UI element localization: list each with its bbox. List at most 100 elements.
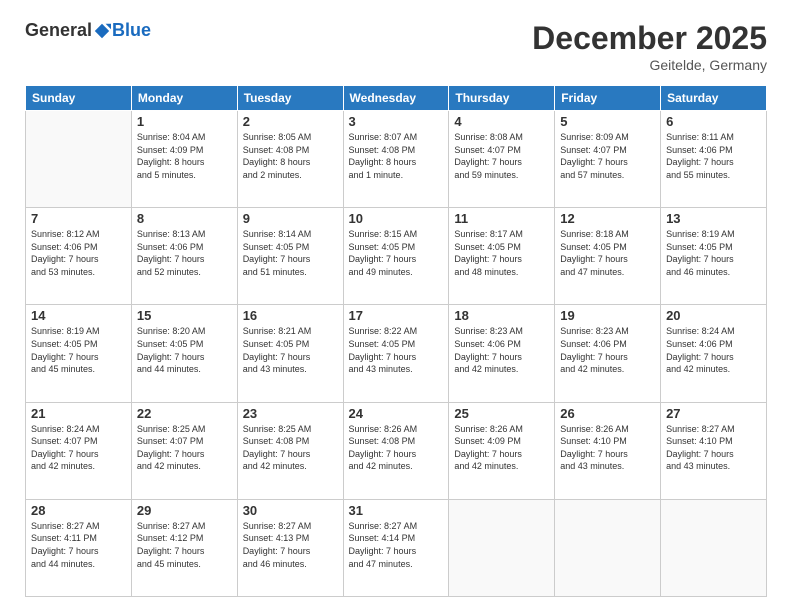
calendar-cell: 2Sunrise: 8:05 AM Sunset: 4:08 PM Daylig… xyxy=(237,111,343,208)
calendar-cell: 19Sunrise: 8:23 AM Sunset: 4:06 PM Dayli… xyxy=(555,305,661,402)
calendar-cell: 20 Sunrise: 8:24 AM Sunset: 4:06 PM Dayli… xyxy=(661,305,767,402)
day-info: Sunrise: 8:08 AM Sunset: 4:07 PM Dayligh… xyxy=(454,131,549,181)
day-info: Sunrise: 8:14 AM Sunset: 4:05 PM Dayligh… xyxy=(243,228,338,278)
logo-blue-text: Blue xyxy=(112,20,151,41)
day-number: 20 xyxy=(666,308,761,323)
day-info: Sunrise: 8:23 AM Sunset: 4:06 PM Dayligh… xyxy=(560,325,655,375)
calendar-cell: 12Sunrise: 8:18 AM Sunset: 4:05 PM Dayli… xyxy=(555,208,661,305)
day-info: Sunrise: 8:27 AM Sunset: 4:13 PM Dayligh… xyxy=(243,520,338,570)
day-number: 29 xyxy=(137,503,232,518)
calendar-cell xyxy=(449,499,555,596)
day-number: 8 xyxy=(137,211,232,226)
calendar-cell: 1 Sunrise: 8:04 AM Sunset: 4:09 PM Daylig… xyxy=(131,111,237,208)
day-number: 27 xyxy=(666,406,761,421)
day-info: Sunrise: 8:07 AM Sunset: 4:08 PM Dayligh… xyxy=(349,131,444,181)
calendar-cell: 13Sunrise: 8:19 AM Sunset: 4:05 PM Dayli… xyxy=(661,208,767,305)
calendar-cell: 8 Sunrise: 8:13 AM Sunset: 4:06 PM Daylig… xyxy=(131,208,237,305)
weekday-header: Saturday xyxy=(661,86,767,111)
day-info: Sunrise: 8:24 AM Sunset: 4:06 PM Dayligh… xyxy=(666,325,761,375)
day-info: Sunrise: 8:25 AM Sunset: 4:07 PM Dayligh… xyxy=(137,423,232,473)
logo-icon xyxy=(93,22,111,40)
day-number: 16 xyxy=(243,308,338,323)
day-number: 17 xyxy=(349,308,444,323)
calendar-cell: 28Sunrise: 8:27 AM Sunset: 4:11 PM Dayli… xyxy=(26,499,132,596)
day-info: Sunrise: 8:09 AM Sunset: 4:07 PM Dayligh… xyxy=(560,131,655,181)
day-info: Sunrise: 8:12 AM Sunset: 4:06 PM Dayligh… xyxy=(31,228,126,278)
calendar-week-row: 14Sunrise: 8:19 AM Sunset: 4:05 PM Dayli… xyxy=(26,305,767,402)
calendar-header-row: SundayMondayTuesdayWednesdayThursdayFrid… xyxy=(26,86,767,111)
day-number: 18 xyxy=(454,308,549,323)
day-number: 2 xyxy=(243,114,338,129)
calendar-cell: 17 Sunrise: 8:22 AM Sunset: 4:05 PM Dayli… xyxy=(343,305,449,402)
day-info: Sunrise: 8:13 AM Sunset: 4:06 PM Dayligh… xyxy=(137,228,232,278)
day-number: 7 xyxy=(31,211,126,226)
calendar-cell: 21 Sunrise: 8:24 AM Sunset: 4:07 PM Dayli… xyxy=(26,402,132,499)
day-info: Sunrise: 8:22 AM Sunset: 4:05 PM Dayligh… xyxy=(349,325,444,375)
day-number: 26 xyxy=(560,406,655,421)
calendar-cell: 22 Sunrise: 8:25 AM Sunset: 4:07 PM Dayli… xyxy=(131,402,237,499)
day-info: Sunrise: 8:24 AM Sunset: 4:07 PM Dayligh… xyxy=(31,423,126,473)
calendar-cell: 14Sunrise: 8:19 AM Sunset: 4:05 PM Dayli… xyxy=(26,305,132,402)
calendar-week-row: 28Sunrise: 8:27 AM Sunset: 4:11 PM Dayli… xyxy=(26,499,767,596)
calendar-cell xyxy=(661,499,767,596)
calendar: SundayMondayTuesdayWednesdayThursdayFrid… xyxy=(25,85,767,597)
calendar-cell: 26 Sunrise: 8:26 AM Sunset: 4:10 PM Dayli… xyxy=(555,402,661,499)
day-number: 5 xyxy=(560,114,655,129)
day-number: 12 xyxy=(560,211,655,226)
calendar-cell: 23Sunrise: 8:25 AM Sunset: 4:08 PM Dayli… xyxy=(237,402,343,499)
calendar-cell: 15Sunrise: 8:20 AM Sunset: 4:05 PM Dayli… xyxy=(131,305,237,402)
day-number: 10 xyxy=(349,211,444,226)
logo: General Blue xyxy=(25,20,151,41)
calendar-week-row: 7 Sunrise: 8:12 AM Sunset: 4:06 PM Daylig… xyxy=(26,208,767,305)
day-info: Sunrise: 8:27 AM Sunset: 4:12 PM Dayligh… xyxy=(137,520,232,570)
page: General Blue December 2025 Geitelde, Ger… xyxy=(0,0,792,612)
day-info: Sunrise: 8:15 AM Sunset: 4:05 PM Dayligh… xyxy=(349,228,444,278)
calendar-cell: 25 Sunrise: 8:26 AM Sunset: 4:09 PM Dayli… xyxy=(449,402,555,499)
title-block: December 2025 Geitelde, Germany xyxy=(532,20,767,73)
calendar-cell: 9 Sunrise: 8:14 AM Sunset: 4:05 PM Daylig… xyxy=(237,208,343,305)
month-title: December 2025 xyxy=(532,20,767,57)
weekday-header: Sunday xyxy=(26,86,132,111)
day-info: Sunrise: 8:26 AM Sunset: 4:08 PM Dayligh… xyxy=(349,423,444,473)
location-subtitle: Geitelde, Germany xyxy=(532,57,767,73)
calendar-cell: 10 Sunrise: 8:15 AM Sunset: 4:05 PM Dayli… xyxy=(343,208,449,305)
day-number: 25 xyxy=(454,406,549,421)
day-number: 9 xyxy=(243,211,338,226)
day-info: Sunrise: 8:04 AM Sunset: 4:09 PM Dayligh… xyxy=(137,131,232,181)
calendar-cell: 3 Sunrise: 8:07 AM Sunset: 4:08 PM Daylig… xyxy=(343,111,449,208)
day-info: Sunrise: 8:25 AM Sunset: 4:08 PM Dayligh… xyxy=(243,423,338,473)
calendar-cell: 27Sunrise: 8:27 AM Sunset: 4:10 PM Dayli… xyxy=(661,402,767,499)
day-info: Sunrise: 8:27 AM Sunset: 4:14 PM Dayligh… xyxy=(349,520,444,570)
weekday-header: Thursday xyxy=(449,86,555,111)
day-info: Sunrise: 8:17 AM Sunset: 4:05 PM Dayligh… xyxy=(454,228,549,278)
day-number: 21 xyxy=(31,406,126,421)
weekday-header: Tuesday xyxy=(237,86,343,111)
calendar-cell: 30 Sunrise: 8:27 AM Sunset: 4:13 PM Dayli… xyxy=(237,499,343,596)
day-info: Sunrise: 8:26 AM Sunset: 4:09 PM Dayligh… xyxy=(454,423,549,473)
weekday-header: Wednesday xyxy=(343,86,449,111)
day-number: 11 xyxy=(454,211,549,226)
calendar-cell xyxy=(555,499,661,596)
day-number: 3 xyxy=(349,114,444,129)
day-info: Sunrise: 8:20 AM Sunset: 4:05 PM Dayligh… xyxy=(137,325,232,375)
calendar-cell: 7 Sunrise: 8:12 AM Sunset: 4:06 PM Daylig… xyxy=(26,208,132,305)
calendar-cell: 5 Sunrise: 8:09 AM Sunset: 4:07 PM Daylig… xyxy=(555,111,661,208)
header: General Blue December 2025 Geitelde, Ger… xyxy=(25,20,767,73)
calendar-cell: 6 Sunrise: 8:11 AM Sunset: 4:06 PM Daylig… xyxy=(661,111,767,208)
day-info: Sunrise: 8:26 AM Sunset: 4:10 PM Dayligh… xyxy=(560,423,655,473)
weekday-header: Friday xyxy=(555,86,661,111)
day-number: 6 xyxy=(666,114,761,129)
calendar-cell: 4Sunrise: 8:08 AM Sunset: 4:07 PM Daylig… xyxy=(449,111,555,208)
day-number: 24 xyxy=(349,406,444,421)
day-number: 31 xyxy=(349,503,444,518)
day-number: 22 xyxy=(137,406,232,421)
day-info: Sunrise: 8:23 AM Sunset: 4:06 PM Dayligh… xyxy=(454,325,549,375)
day-info: Sunrise: 8:11 AM Sunset: 4:06 PM Dayligh… xyxy=(666,131,761,181)
day-number: 1 xyxy=(137,114,232,129)
calendar-cell xyxy=(26,111,132,208)
day-info: Sunrise: 8:19 AM Sunset: 4:05 PM Dayligh… xyxy=(666,228,761,278)
calendar-cell: 11 Sunrise: 8:17 AM Sunset: 4:05 PM Dayli… xyxy=(449,208,555,305)
day-info: Sunrise: 8:21 AM Sunset: 4:05 PM Dayligh… xyxy=(243,325,338,375)
day-number: 28 xyxy=(31,503,126,518)
day-number: 30 xyxy=(243,503,338,518)
